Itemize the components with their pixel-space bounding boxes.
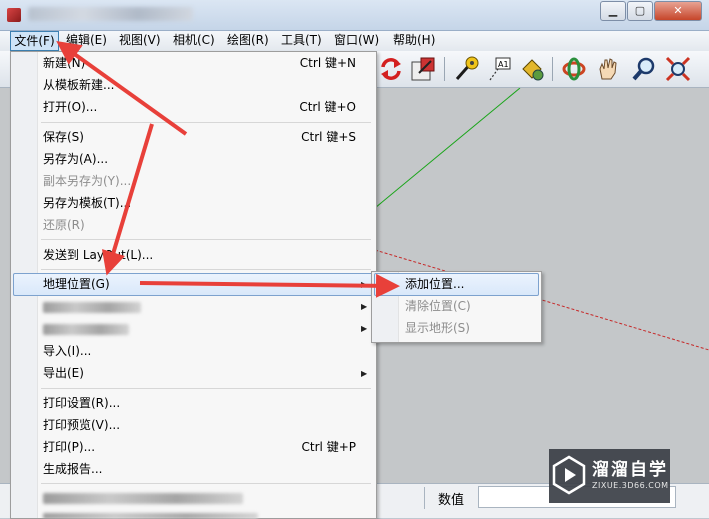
arrow-to-geo-location: [101, 123, 154, 276]
watermark-title: 溜溜自学: [592, 460, 668, 480]
arrow-to-file-menu: [56, 41, 188, 136]
watermark-logo-icon: [552, 455, 586, 495]
arrow-to-add-location: [139, 273, 400, 298]
tutorial-arrows: [56, 41, 400, 298]
watermark-subtitle: ZIXUE.3D66.COM: [592, 481, 669, 490]
